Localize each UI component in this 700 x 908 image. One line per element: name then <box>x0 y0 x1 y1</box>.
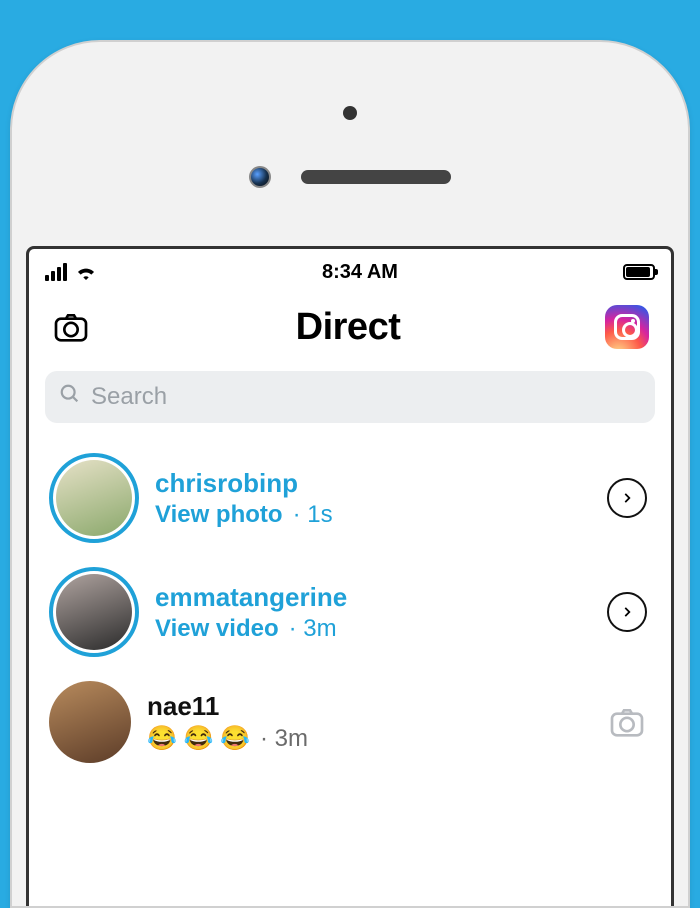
earpiece-speaker <box>301 170 451 184</box>
chevron-right-icon <box>607 478 647 518</box>
status-bar: 8:34 AM <box>29 249 671 295</box>
chat-row[interactable]: nae11 😂 😂 😂 3m <box>45 669 655 775</box>
page-title: Direct <box>296 306 401 349</box>
open-chat-button[interactable] <box>603 588 651 636</box>
status-time: 8:34 AM <box>322 261 398 284</box>
camera-icon <box>607 702 647 742</box>
wifi-icon <box>75 264 97 280</box>
chevron-right-icon <box>607 592 647 632</box>
search-input[interactable] <box>91 383 641 411</box>
chat-list: chrisrobinp View photo 1s emmatangerine <box>29 441 671 775</box>
chat-username: chrisrobinp <box>155 468 587 499</box>
chat-preview: 😂 😂 😂 <box>147 724 250 753</box>
battery-icon <box>623 264 655 280</box>
chat-username: emmatangerine <box>155 582 587 613</box>
front-camera <box>249 166 271 188</box>
instagram-icon <box>605 305 649 349</box>
chat-row[interactable]: emmatangerine View video 3m <box>45 555 655 669</box>
avatar[interactable] <box>49 681 131 763</box>
app-header: Direct <box>29 295 671 365</box>
search-icon <box>59 383 81 412</box>
instagram-button[interactable] <box>605 305 649 349</box>
screen: 8:34 AM Direct <box>26 246 674 906</box>
reply-camera-button[interactable] <box>603 698 651 746</box>
chat-time: 3m <box>289 615 337 643</box>
chat-row[interactable]: chrisrobinp View photo 1s <box>45 441 655 555</box>
avatar[interactable] <box>49 453 139 543</box>
camera-button[interactable] <box>51 307 91 347</box>
chat-username: nae11 <box>147 691 587 722</box>
cellular-signal-icon <box>45 263 67 281</box>
proximity-sensor <box>343 106 357 120</box>
chat-time: 3m <box>260 725 308 753</box>
chat-action: View video <box>155 615 279 643</box>
phone-hardware-top <box>26 56 674 246</box>
chat-time: 1s <box>293 501 333 529</box>
avatar[interactable] <box>49 567 139 657</box>
search-bar[interactable] <box>45 371 655 423</box>
phone-frame: 8:34 AM Direct <box>10 40 690 908</box>
open-chat-button[interactable] <box>603 474 651 522</box>
chat-action: View photo <box>155 501 283 529</box>
